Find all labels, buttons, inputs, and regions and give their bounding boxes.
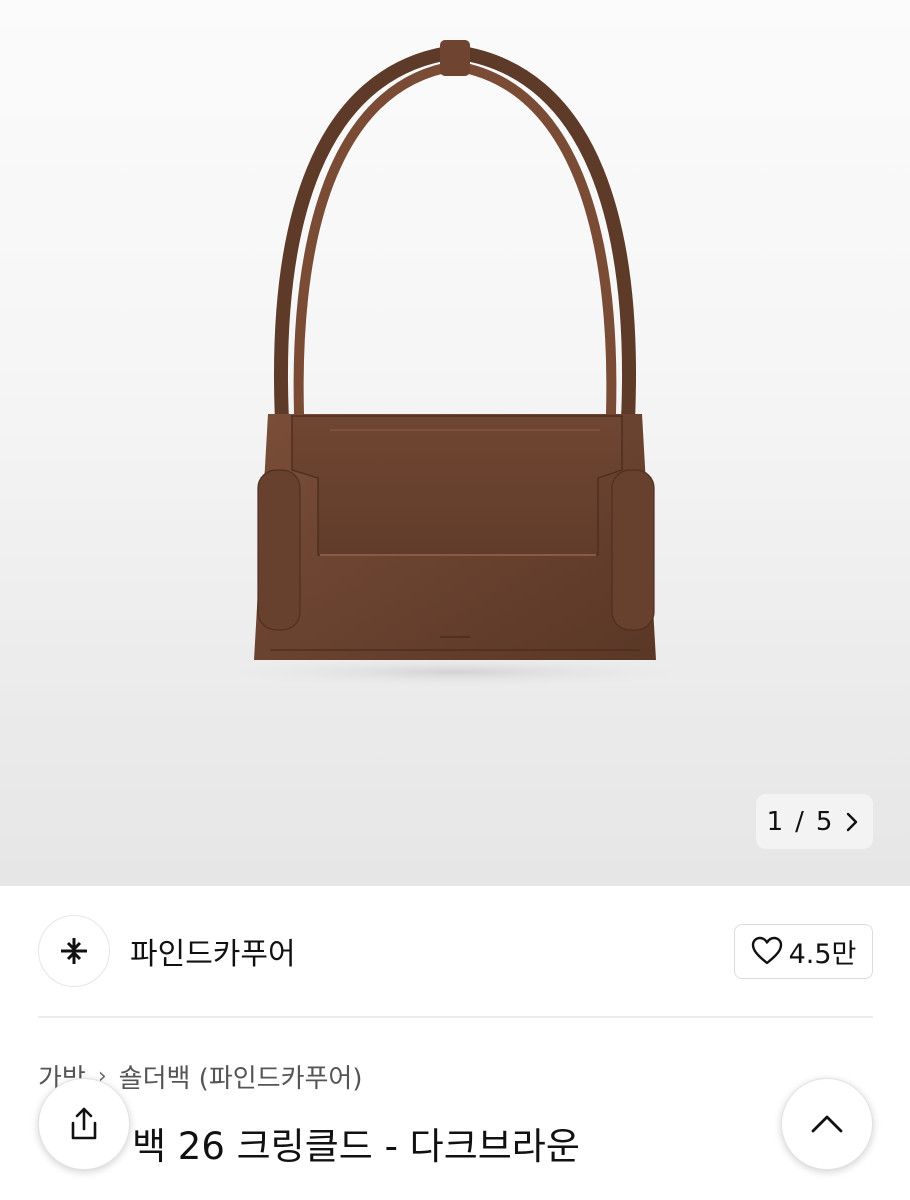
pager-current: 1 bbox=[766, 806, 784, 837]
brand-logo-icon bbox=[61, 938, 87, 964]
product-image bbox=[225, 40, 685, 686]
product-title-text: 백 26 크링클드 - 다크브라운 bbox=[132, 1125, 580, 1168]
like-button[interactable]: 4.5만 bbox=[734, 923, 873, 979]
breadcrumb-subcategory[interactable]: 숄더백 (파인드카푸어) bbox=[119, 1058, 363, 1095]
scroll-top-button[interactable] bbox=[781, 1078, 873, 1170]
divider bbox=[38, 1016, 873, 1018]
brand-row: 파인드카푸어 4.5만 bbox=[38, 914, 873, 988]
brand-logo[interactable] bbox=[38, 915, 110, 987]
heart-icon bbox=[751, 936, 782, 965]
brand-name[interactable]: 파인드카푸어 bbox=[130, 929, 296, 973]
gallery-pager[interactable]: 1 / 5 bbox=[756, 794, 873, 849]
share-icon bbox=[71, 1107, 97, 1140]
chevron-right-icon[interactable] bbox=[842, 811, 862, 833]
product-image-gallery[interactable]: 1 / 5 bbox=[0, 0, 910, 886]
like-count: 4.5만 bbox=[788, 938, 857, 970]
product-title: 백 26 크링클드 - 다크브라운 bbox=[32, 1116, 732, 1170]
chevron-up-icon bbox=[811, 1115, 843, 1133]
pager-total: 5 bbox=[815, 806, 833, 837]
product-detail-page: 1 / 5 파인드카푸어 4.5만 가방 › 숄더백 (파인드카푸어) 백 26… bbox=[0, 0, 910, 1200]
pager-separator: / bbox=[795, 806, 804, 837]
share-button[interactable] bbox=[38, 1078, 130, 1170]
